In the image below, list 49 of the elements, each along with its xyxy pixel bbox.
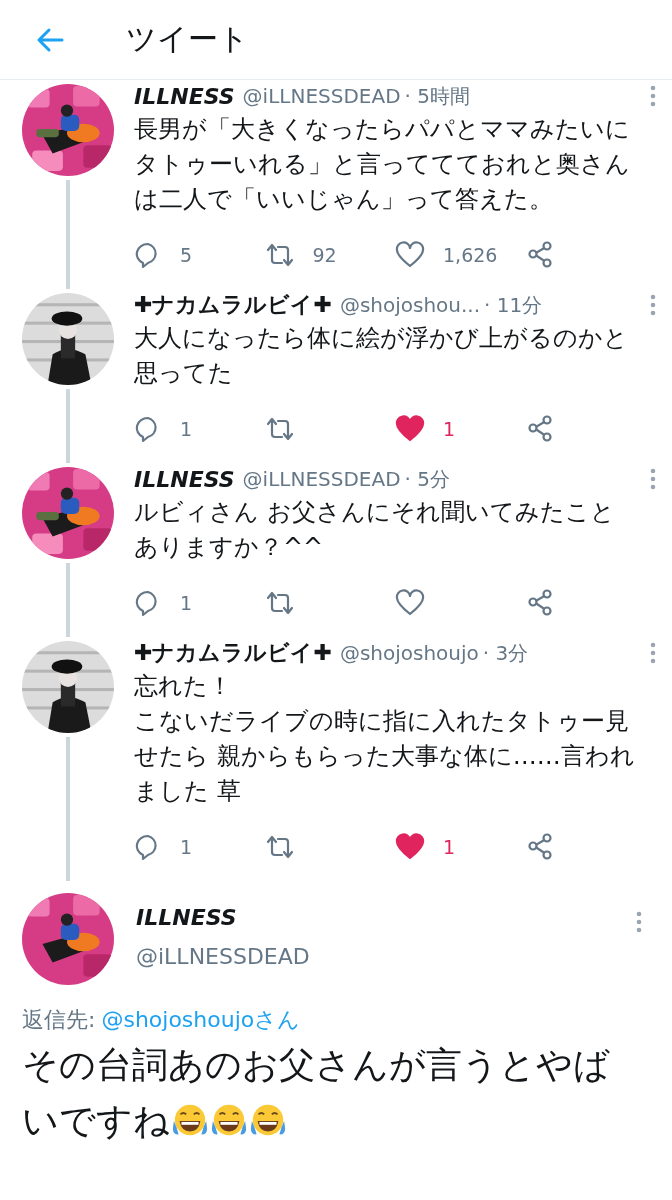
tweet-time: · 5分 xyxy=(404,465,450,493)
user-name[interactable]: ✚ナカムラルビイ✚ xyxy=(134,638,332,668)
reply-count: 5 xyxy=(180,244,193,266)
like-count: 1 xyxy=(443,836,456,858)
more-icon[interactable] xyxy=(650,468,656,490)
reply-to-link[interactable]: @shojoshoujoさん xyxy=(101,1005,301,1035)
tweet-text: 長男が「大きくなったらパパとママみたいにタトゥーいれる」と言っててておれと奥さんは二人で「いいじゃん」って答えた。 xyxy=(134,114,631,215)
user-handle[interactable]: @iLLNESSDEAD xyxy=(242,467,401,491)
user-name[interactable]: ILLNESS xyxy=(134,466,235,492)
reply-label: 返信先: xyxy=(22,1006,96,1034)
share-icon[interactable] xyxy=(525,241,554,269)
more-icon[interactable] xyxy=(650,642,656,664)
retweet-icon[interactable] xyxy=(264,833,295,861)
tweet-text: いですね xyxy=(22,1099,170,1143)
tweet-text: ルビィさん お父さんにそれ聞いてみたことありますか？^^ xyxy=(134,497,616,563)
more-icon[interactable] xyxy=(650,294,656,316)
user-handle[interactable]: @iLLNESSDEAD xyxy=(242,84,401,108)
retweet-icon[interactable] xyxy=(264,241,295,269)
heart-icon[interactable] xyxy=(395,241,425,269)
share-icon[interactable] xyxy=(525,833,554,861)
page-title: ツイート xyxy=(126,20,249,58)
user-handle[interactable]: @shojoshoujo xyxy=(339,641,479,665)
more-icon[interactable] xyxy=(636,911,642,933)
like-count: 1,626 xyxy=(443,244,498,266)
retweet-icon[interactable] xyxy=(264,589,295,617)
reply-count: 1 xyxy=(180,836,193,858)
tweet-text: 大人になったら体に絵が浮かび上がるのかと思ってた xyxy=(134,323,629,389)
tweet-text: その台詞あのお父さんが言うとやば xyxy=(22,1043,610,1087)
more-icon[interactable] xyxy=(650,85,656,107)
like-count: 1 xyxy=(443,418,456,440)
reply-count: 1 xyxy=(180,592,193,614)
tweet-text: 忘れた！ xyxy=(134,671,233,702)
heart-icon[interactable] xyxy=(395,833,425,861)
tweet-time: · 3分 xyxy=(482,639,529,667)
tweet-time: · 5時間 xyxy=(404,82,470,110)
user-name[interactable]: ✚ナカムラルビイ✚ xyxy=(134,290,332,320)
heart-icon[interactable] xyxy=(395,589,425,617)
share-icon[interactable] xyxy=(525,415,554,443)
reply-count: 1 xyxy=(180,418,193,440)
retweet-icon[interactable] xyxy=(264,415,295,443)
heart-icon[interactable] xyxy=(395,415,425,443)
share-icon[interactable] xyxy=(525,589,554,617)
tweet-text: こないだライブの時に指に入れたタトゥー見せたら 親からもらった大事な体に……言われました 草 xyxy=(134,706,636,807)
retweet-count: 92 xyxy=(312,244,337,266)
user-handle[interactable]: @shojoshou... xyxy=(339,293,481,317)
user-handle[interactable]: @iLLNESSDEAD xyxy=(136,944,310,969)
user-name[interactable]: ILLNESS xyxy=(136,905,310,930)
user-name[interactable]: ILLNESS xyxy=(134,83,235,109)
tweet-time: · 11分 xyxy=(484,291,543,319)
